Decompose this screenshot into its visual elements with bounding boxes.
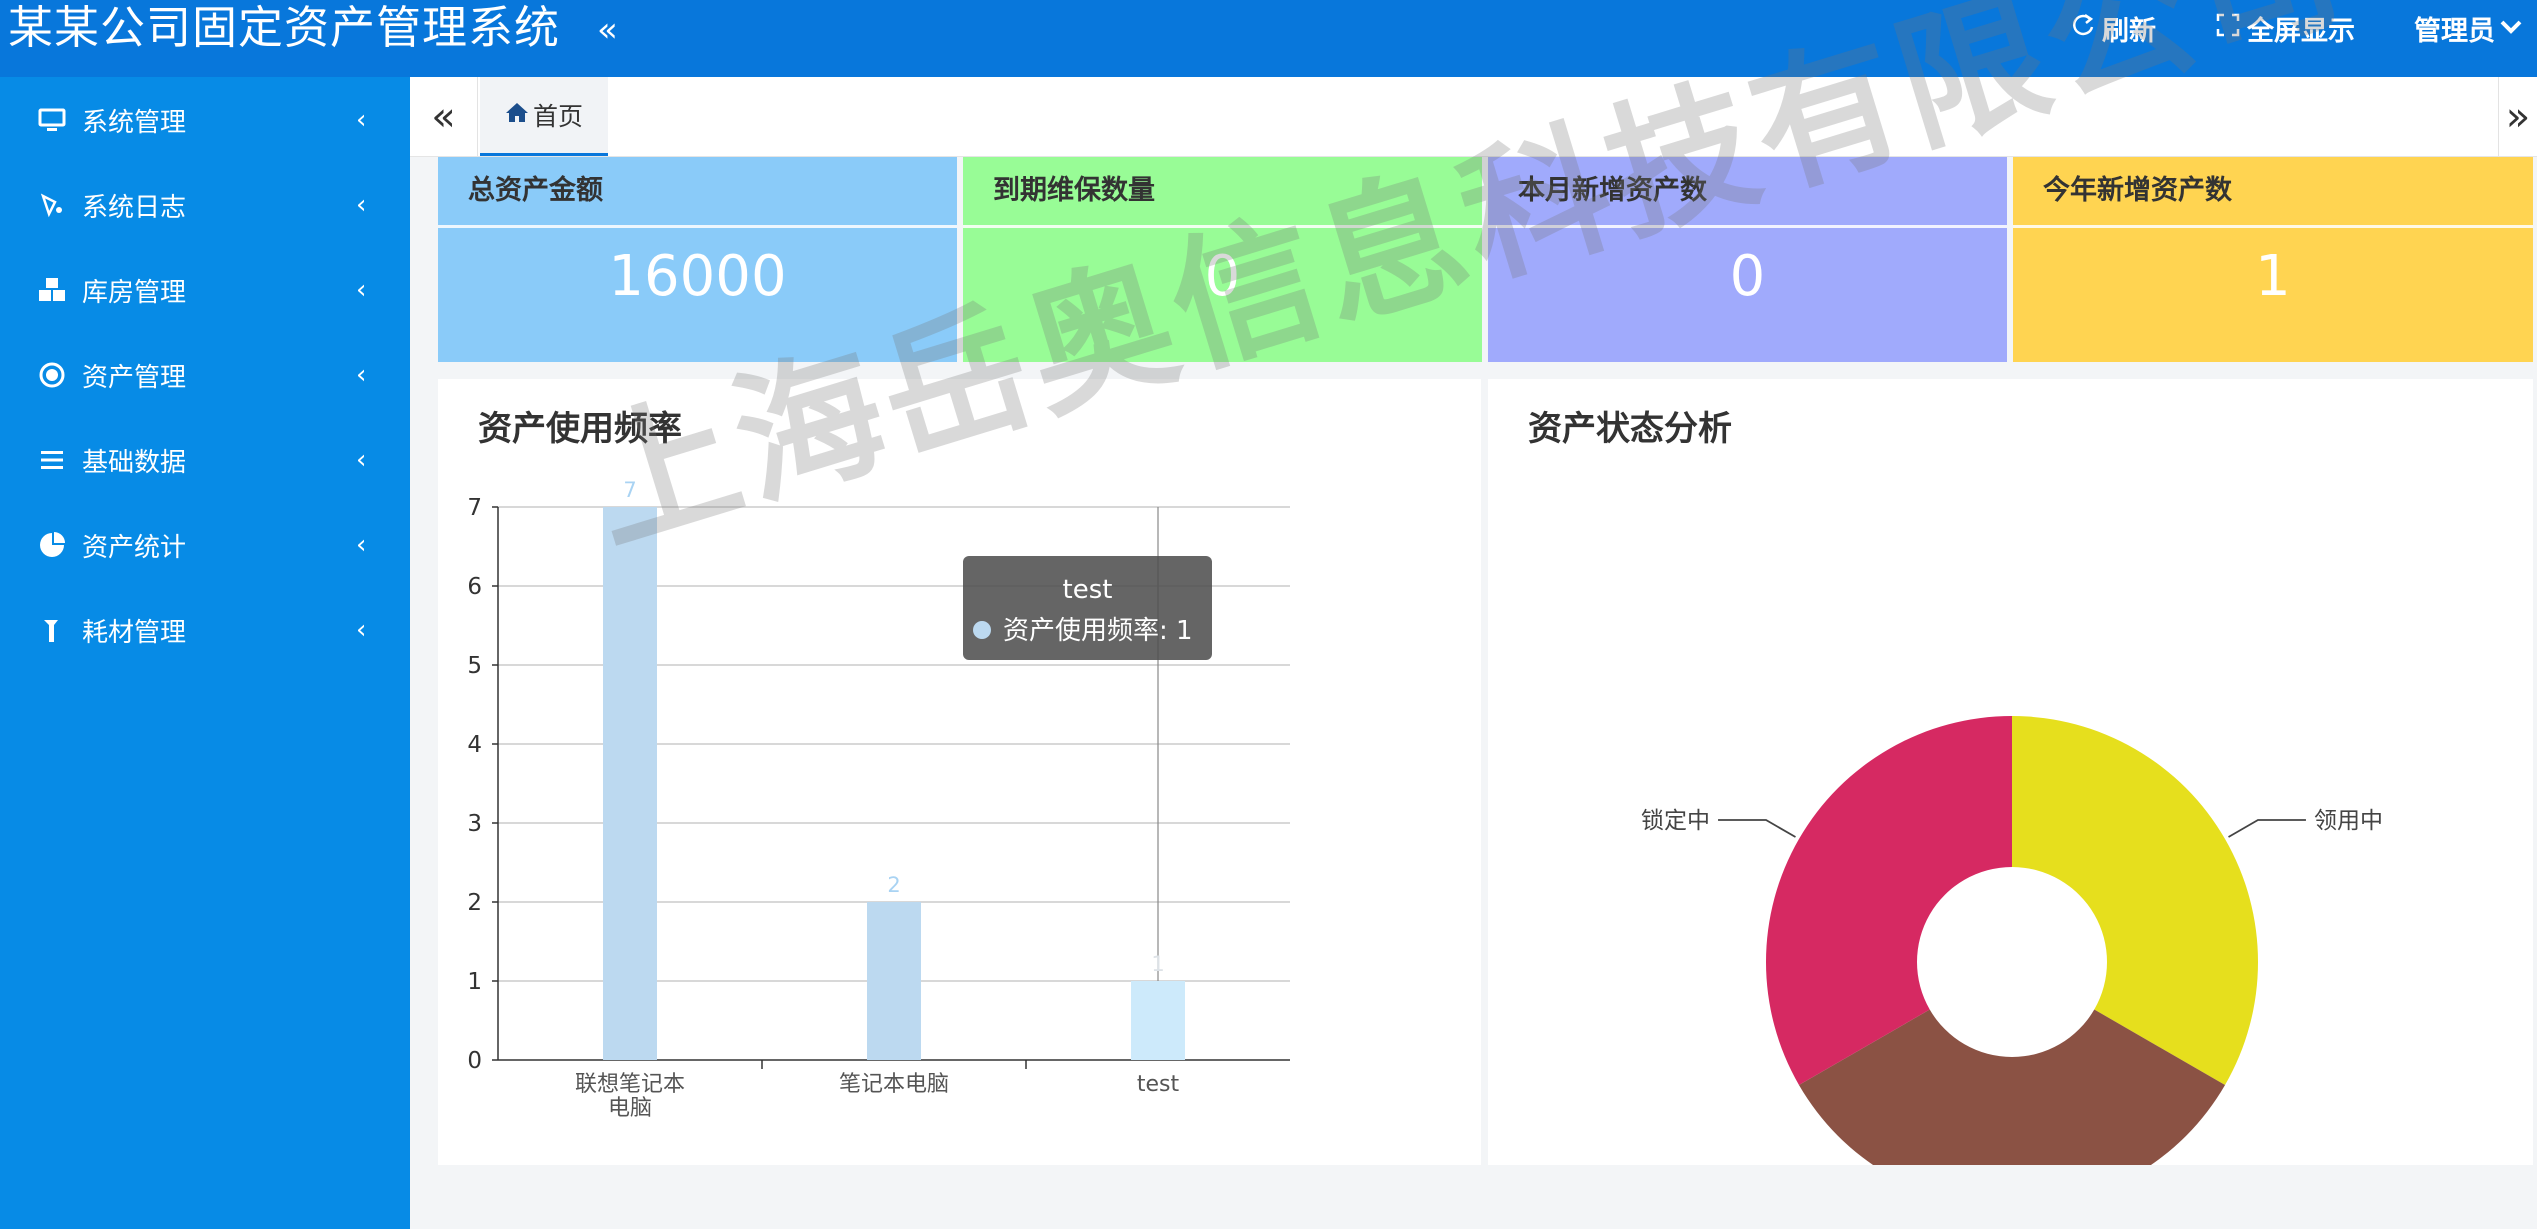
- stat-card-total-amount: 总资产金额 16000: [438, 157, 957, 362]
- refresh-button[interactable]: 刷新: [2070, 6, 2156, 50]
- tooltip-text: 资产使用频率: 1: [1003, 616, 1193, 646]
- bar-data-label: 1: [1151, 952, 1164, 976]
- sidebar-item-label: 资产管理: [82, 362, 187, 393]
- user-label: 管理员: [2414, 15, 2495, 47]
- y-tick-label: 6: [467, 574, 482, 600]
- y-tick-label: 0: [467, 1048, 482, 1074]
- chevron-left-icon: ‹: [356, 275, 367, 305]
- chevron-down-icon: [2499, 13, 2523, 44]
- y-tick-label: 7: [467, 495, 482, 521]
- tab-bar: « 首页 »: [410, 77, 2537, 157]
- stat-card-year-new: 今年新增资产数 1: [2013, 157, 2533, 362]
- pie-label-line: [1718, 819, 1796, 838]
- sidebar-item-label: 基础数据: [82, 447, 187, 478]
- stat-card-title: 本月新增资产数: [1518, 175, 1707, 206]
- refresh-label: 刷新: [2102, 15, 2156, 47]
- y-tick-label: 3: [467, 811, 482, 837]
- app-root: 某某公司固定资产管理系统 « 刷新 全屏显示 管理员 系统管理 ‹ 系统日志 ‹…: [0, 0, 2537, 1229]
- tab-home[interactable]: 首页: [480, 77, 608, 156]
- sidebar-item-consumables[interactable]: 耗材管理 ‹: [0, 600, 410, 660]
- tab-home-label: 首页: [532, 102, 583, 131]
- warehouse-icon: [36, 274, 68, 306]
- chevron-left-icon: ‹: [356, 530, 367, 560]
- sidebar-item-label: 系统管理: [82, 107, 187, 138]
- chevron-left-icon: ‹: [356, 190, 367, 220]
- home-icon: [505, 101, 529, 129]
- bar-0: [603, 507, 657, 1060]
- pie-slice-label: 锁定中: [1641, 808, 1710, 834]
- collapse-sidebar-icon[interactable]: «: [597, 10, 618, 50]
- stat-card-value: 16000: [608, 244, 787, 309]
- fullscreen-button[interactable]: 全屏显示: [2215, 6, 2355, 50]
- stat-card-title: 今年新增资产数: [2043, 175, 2232, 206]
- tab-scroll-right-icon[interactable]: »: [2498, 77, 2537, 156]
- asset-icon: [36, 359, 68, 391]
- x-tick-label: 电脑: [608, 1096, 652, 1121]
- sidebar-item-label: 系统日志: [82, 192, 187, 223]
- sidebar-item-label: 资产统计: [82, 532, 187, 563]
- log-icon: [36, 189, 68, 221]
- x-tick-label: test: [1137, 1072, 1180, 1097]
- status-analysis-panel: 资产状态分析 领用中借用中锁定中: [1488, 379, 2533, 1165]
- sidebar: 系统管理 ‹ 系统日志 ‹ 库房管理 ‹ 资产管理 ‹ 基础数据 ‹ 资产统计 …: [0, 77, 410, 1229]
- pie-slice-0: [2012, 716, 2258, 1085]
- sidebar-item-basic-data[interactable]: 基础数据 ‹: [0, 430, 410, 490]
- sidebar-item-label: 耗材管理: [82, 617, 187, 648]
- sidebar-item-label: 库房管理: [82, 277, 187, 308]
- chevron-left-icon: ‹: [356, 445, 367, 475]
- dashboard-main: 总资产金额 16000 到期维保数量 0 本月新增资产数 0 今年新增资产数 1…: [410, 157, 2537, 1229]
- usage-frequency-chart: 0 1 2 3 4 5 6 7 7 联想笔记本电脑 2 笔记本电脑 1 test test 资产使用频率: 1: [467, 478, 1290, 1121]
- fullscreen-label: 全屏显示: [2247, 15, 2355, 47]
- x-tick-label: 笔记本电脑: [839, 1072, 949, 1097]
- usage-frequency-panel: 资产使用频率 0 1 2 3 4 5 6 7 7 联想笔记本 电脑 2 笔记本电脑 1 test test 资产…: [438, 379, 1481, 1165]
- stat-card-month-new: 本月新增资产数 0: [1488, 157, 2007, 362]
- pie-slice-label: 领用中: [2314, 808, 2383, 834]
- bar-2: [1131, 981, 1185, 1060]
- tooltip-marker: [973, 621, 991, 639]
- y-tick-label: 5: [467, 653, 482, 679]
- bar-data-label: 7: [623, 478, 636, 502]
- bar-data-label: 2: [887, 873, 900, 897]
- monitor-icon: [36, 104, 68, 136]
- y-tick-label: 4: [467, 732, 482, 758]
- pie-icon: [36, 529, 68, 561]
- chevron-left-icon: ‹: [356, 360, 367, 390]
- chevron-left-icon: ‹: [356, 615, 367, 645]
- app-title: 某某公司固定资产管理系统: [8, 1, 561, 54]
- y-tick-label: 1: [467, 969, 482, 995]
- sidebar-item-statistics[interactable]: 资产统计 ‹: [0, 515, 410, 575]
- stat-card-maintenance-due: 到期维保数量 0: [963, 157, 1482, 362]
- stat-card-value: 0: [1729, 244, 1766, 309]
- x-tick-label: 联想笔记本: [575, 1072, 685, 1097]
- top-header: 某某公司固定资产管理系统 « 刷新 全屏显示 管理员: [0, 0, 2537, 77]
- stat-card-title: 到期维保数量: [993, 175, 1155, 206]
- list-icon: [36, 444, 68, 476]
- y-tick-label: 2: [467, 890, 482, 916]
- user-menu[interactable]: 管理员: [2414, 6, 2523, 50]
- sidebar-item-warehouse[interactable]: 库房管理 ‹: [0, 260, 410, 320]
- stat-card-value: 0: [1204, 244, 1241, 309]
- bar-1: [867, 902, 921, 1060]
- pie-slice-2: [1766, 716, 2012, 1085]
- sidebar-item-assets[interactable]: 资产管理 ‹: [0, 345, 410, 405]
- stat-card-title: 总资产金额: [468, 175, 603, 206]
- tooltip-title: test: [1063, 575, 1113, 605]
- refresh-icon: [2070, 12, 2096, 45]
- consumable-icon: [36, 614, 68, 646]
- status-analysis-chart: 领用中借用中锁定中: [1641, 716, 2383, 1165]
- tab-scroll-left-icon[interactable]: «: [410, 77, 478, 156]
- fullscreen-icon: [2215, 12, 2241, 45]
- chevron-left-icon: ‹: [356, 105, 367, 135]
- sidebar-item-system[interactable]: 系统管理 ‹: [0, 90, 410, 150]
- sidebar-item-log[interactable]: 系统日志 ‹: [0, 175, 410, 235]
- pie-label-line: [2228, 819, 2306, 838]
- stat-card-value: 1: [2255, 244, 2291, 309]
